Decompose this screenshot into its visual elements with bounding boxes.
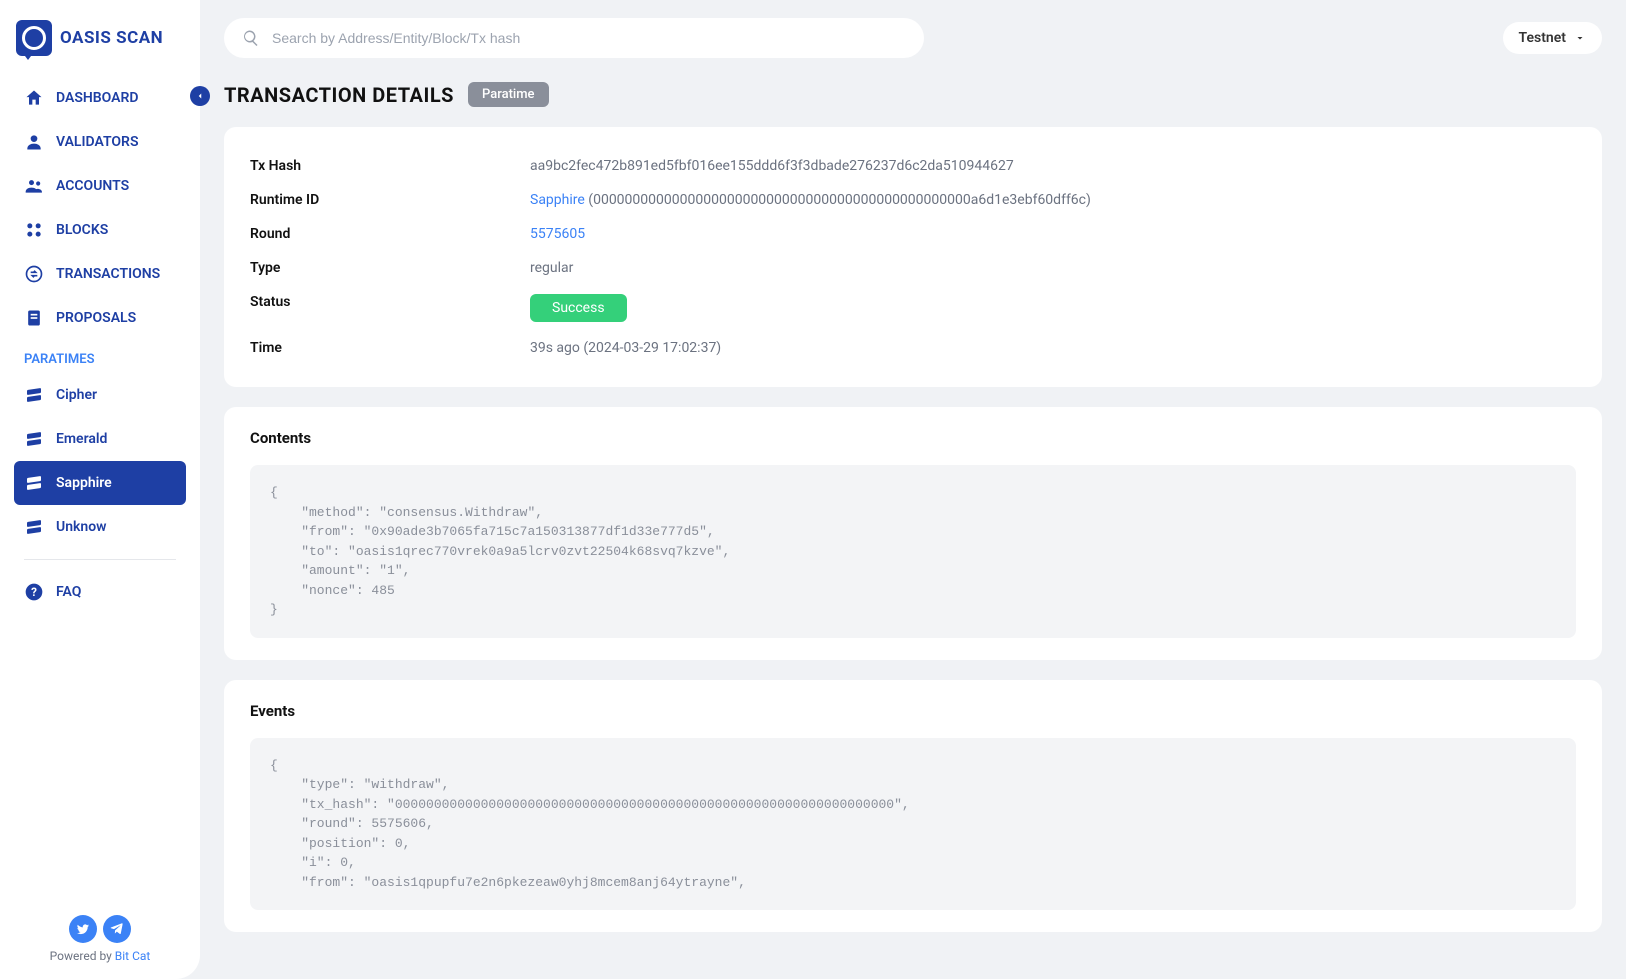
events-title: Events — [250, 702, 1576, 720]
sidebar-item-validators[interactable]: VALIDATORS — [14, 120, 186, 164]
nav-label: Unknow — [56, 519, 106, 535]
topbar: Testnet — [224, 18, 1602, 58]
chevron-left-icon — [195, 91, 205, 101]
events-code: { "type": "withdraw", "tx_hash": "000000… — [250, 738, 1576, 911]
label-txhash: Tx Hash — [250, 158, 530, 174]
status-badge: Success — [530, 294, 627, 322]
svg-text:?: ? — [31, 585, 37, 599]
logo-icon — [16, 20, 52, 56]
label-type: Type — [250, 260, 530, 276]
nav-label: BLOCKS — [56, 222, 108, 238]
main-nav: DASHBOARD VALIDATORS ACCOUNTS BLOCKS — [0, 76, 200, 614]
nav-label: PROPOSALS — [56, 310, 136, 326]
doc-icon — [24, 308, 44, 328]
nav-label: FAQ — [56, 584, 81, 600]
telegram-icon — [110, 922, 124, 936]
label-round: Round — [250, 226, 530, 242]
sidebar-section-paratimes: PARATIMES — [14, 340, 186, 373]
contents-title: Contents — [250, 429, 1576, 447]
nav-label: VALIDATORS — [56, 134, 139, 150]
nav-label: Emerald — [56, 431, 107, 447]
sidebar-item-accounts[interactable]: ACCOUNTS — [14, 164, 186, 208]
contents-code: { "method": "consensus.Withdraw", "from"… — [250, 465, 1576, 638]
search-icon — [242, 29, 260, 47]
help-icon: ? — [24, 582, 44, 602]
network-select[interactable]: Testnet — [1503, 22, 1602, 54]
layers-icon — [24, 517, 44, 537]
sidebar-item-blocks[interactable]: BLOCKS — [14, 208, 186, 252]
sidebar-item-proposals[interactable]: PROPOSALS — [14, 296, 186, 340]
search-input[interactable] — [272, 30, 906, 46]
twitter-icon — [76, 922, 90, 936]
logo-text: OASIS SCAN — [60, 28, 163, 48]
collapse-sidebar-button[interactable] — [190, 86, 210, 106]
home-icon — [24, 88, 44, 108]
label-runtime: Runtime ID — [250, 192, 530, 208]
events-card: Events { "type": "withdraw", "tx_hash": … — [224, 680, 1602, 933]
layers-icon — [24, 473, 44, 493]
sidebar-item-faq[interactable]: ? FAQ — [14, 570, 186, 614]
runtime-link[interactable]: Sapphire — [530, 192, 585, 208]
sidebar-item-unknow[interactable]: Unknow — [14, 505, 186, 549]
swap-icon — [24, 264, 44, 284]
nav-label: Sapphire — [56, 475, 112, 491]
page-header: TRANSACTION DETAILS Paratime — [224, 82, 1602, 107]
value-time: 39s ago (2024-03-29 17:02:37) — [530, 340, 721, 356]
sidebar-item-sapphire[interactable]: Sapphire — [14, 461, 186, 505]
chevron-down-icon — [1574, 32, 1586, 44]
paratime-badge: Paratime — [468, 82, 549, 107]
sidebar: OASIS SCAN DASHBOARD VALIDATORS — [0, 0, 200, 979]
label-status: Status — [250, 294, 530, 322]
sidebar-item-emerald[interactable]: Emerald — [14, 417, 186, 461]
users-icon — [24, 176, 44, 196]
user-icon — [24, 132, 44, 152]
sidebar-item-dashboard[interactable]: DASHBOARD — [14, 76, 186, 120]
twitter-link[interactable] — [69, 915, 97, 943]
round-link[interactable]: 5575605 — [530, 226, 585, 242]
main-content: Testnet TRANSACTION DETAILS Paratime Tx … — [200, 0, 1626, 979]
contents-card: Contents { "method": "consensus.Withdraw… — [224, 407, 1602, 660]
nav-label: TRANSACTIONS — [56, 266, 160, 282]
page-title: TRANSACTION DETAILS — [224, 83, 454, 107]
sidebar-item-transactions[interactable]: TRANSACTIONS — [14, 252, 186, 296]
cubes-icon — [24, 220, 44, 240]
label-time: Time — [250, 340, 530, 356]
nav-label: Cipher — [56, 387, 97, 403]
divider — [24, 559, 176, 560]
sidebar-item-cipher[interactable]: Cipher — [14, 373, 186, 417]
network-selected: Testnet — [1519, 30, 1566, 46]
nav-label: ACCOUNTS — [56, 178, 129, 194]
powered-by: Powered by Bit Cat — [0, 949, 200, 963]
logo[interactable]: OASIS SCAN — [0, 20, 200, 76]
search-box[interactable] — [224, 18, 924, 58]
layers-icon — [24, 429, 44, 449]
sidebar-footer: Powered by Bit Cat — [0, 915, 200, 963]
tx-detail-card: Tx Hash aa9bc2fec472b891ed5fbf016ee155dd… — [224, 127, 1602, 387]
nav-label: DASHBOARD — [56, 90, 139, 106]
runtime-id: (000000000000000000000000000000000000000… — [585, 192, 1091, 208]
telegram-link[interactable] — [103, 915, 131, 943]
value-txhash: aa9bc2fec472b891ed5fbf016ee155ddd6f3f3db… — [530, 158, 1014, 174]
layers-icon — [24, 385, 44, 405]
bitcat-link[interactable]: Bit Cat — [115, 949, 151, 963]
value-type: regular — [530, 260, 573, 276]
value-runtime: Sapphire (000000000000000000000000000000… — [530, 192, 1091, 208]
